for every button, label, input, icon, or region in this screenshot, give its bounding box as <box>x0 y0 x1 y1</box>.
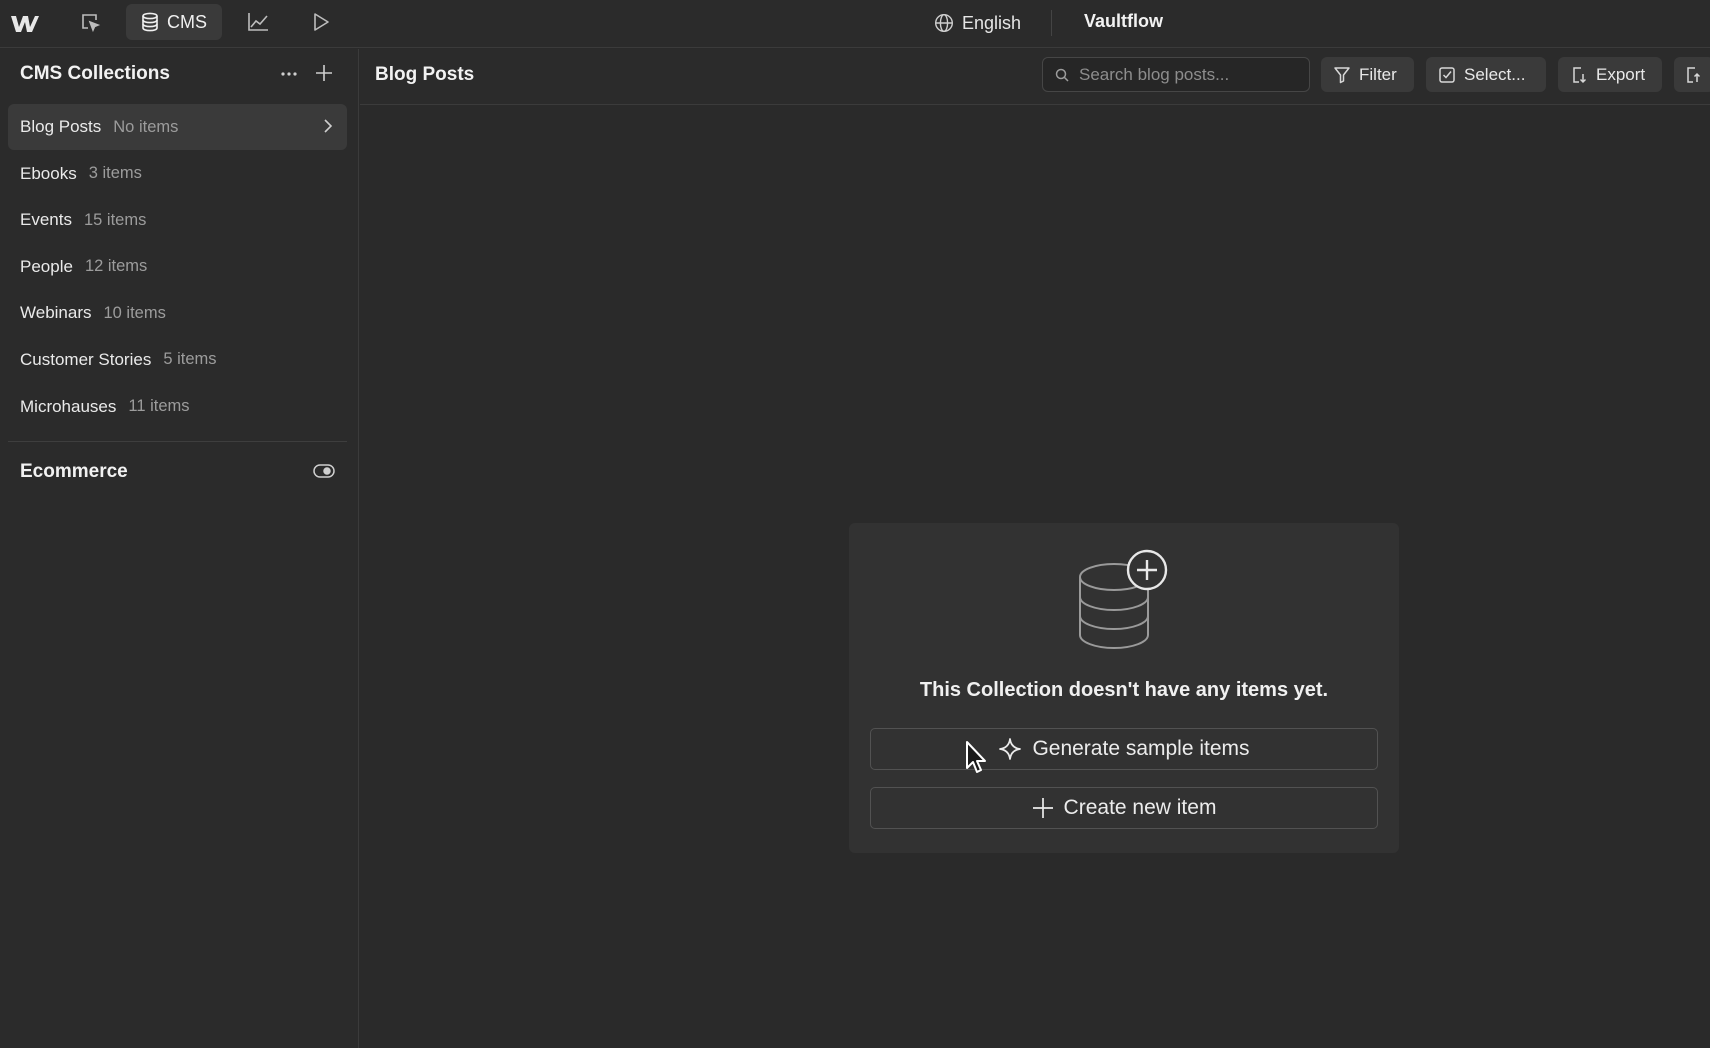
more-options-icon[interactable] <box>278 63 300 85</box>
export-button[interactable]: Export <box>1558 57 1662 92</box>
export-label: Export <box>1596 64 1646 84</box>
filter-icon <box>1333 66 1351 84</box>
analytics-nav-button[interactable] <box>240 4 276 40</box>
import-icon <box>1684 66 1702 84</box>
topbar-divider <box>1051 10 1052 36</box>
add-collection-icon[interactable] <box>313 62 335 84</box>
collection-name: Events <box>20 210 72 230</box>
mouse-cursor-icon <box>965 740 989 776</box>
select-label: Select... <box>1464 64 1526 84</box>
create-new-item-button[interactable]: Create new item <box>870 787 1378 829</box>
webflow-logo-icon[interactable] <box>8 10 42 38</box>
select-button[interactable]: Select... <box>1426 57 1546 92</box>
collection-item-customer-stories[interactable]: Customer Stories 5 items <box>8 337 347 383</box>
collection-name: Blog Posts <box>20 117 102 136</box>
chart-icon <box>247 12 269 32</box>
cms-nav-label: CMS <box>167 11 207 32</box>
page-title: Blog Posts <box>375 64 475 85</box>
collection-count: 12 items <box>84 257 148 276</box>
collection-item-events[interactable]: Events 15 items <box>8 197 347 243</box>
collection-item-ebooks[interactable]: Ebooks 3 items <box>8 151 347 197</box>
collections-sidebar: CMS Collections Blog Posts No items Eboo… <box>0 49 359 1048</box>
database-icon <box>141 12 159 32</box>
collection-count: 15 items <box>83 210 147 229</box>
plus-icon <box>1032 797 1054 819</box>
collection-item-microhauses[interactable]: Microhauses 11 items <box>8 384 347 430</box>
collection-name: Customer Stories <box>20 349 152 369</box>
ecommerce-section-title: Ecommerce <box>20 461 128 482</box>
sparkle-icon <box>998 737 1022 761</box>
preview-nav-button[interactable] <box>303 4 339 40</box>
collection-count: No items <box>113 117 179 136</box>
cms-nav-button[interactable]: CMS <box>126 4 222 40</box>
collection-item-people[interactable]: People 12 items <box>8 244 347 290</box>
collection-list: Blog Posts No items Ebooks 3 items Event… <box>8 104 347 430</box>
top-bar: CMS English Vaultflow <box>0 0 1710 48</box>
collection-name: People <box>20 256 73 276</box>
collection-name: Microhauses <box>20 396 117 416</box>
sidebar-divider <box>8 441 347 442</box>
chevron-right-icon <box>323 118 333 134</box>
create-label: Create new item <box>1063 796 1217 819</box>
collection-item-blog-posts[interactable]: Blog Posts No items <box>8 104 347 150</box>
globe-icon <box>934 13 954 33</box>
generate-sample-items-button[interactable]: Generate sample items <box>870 728 1378 770</box>
database-add-icon <box>1074 547 1174 657</box>
collection-count: 11 items <box>128 397 190 416</box>
search-icon <box>1055 68 1069 82</box>
locale-selector[interactable]: English <box>934 8 1021 38</box>
generate-label: Generate sample items <box>1032 737 1250 760</box>
designer-cursor-icon <box>79 11 101 33</box>
checkbox-icon <box>1438 66 1456 84</box>
collection-item-webinars[interactable]: Webinars 10 items <box>8 290 347 336</box>
designer-nav-button[interactable] <box>72 4 108 40</box>
empty-state-card: This Collection doesn't have any items y… <box>849 523 1399 853</box>
filter-button[interactable]: Filter <box>1321 57 1414 92</box>
empty-state-message: This Collection doesn't have any items y… <box>919 679 1329 701</box>
locale-label: English <box>962 12 1022 33</box>
search-input[interactable] <box>1079 64 1289 85</box>
main-header: Blog Posts Filter Select... Export <box>360 49 1710 105</box>
collection-count: 5 items <box>163 350 217 369</box>
search-box[interactable] <box>1042 57 1310 92</box>
collection-count: 10 items <box>103 303 166 322</box>
collection-count: 3 items <box>88 164 142 183</box>
collection-name: Webinars <box>20 303 92 323</box>
eye-toggle-icon[interactable] <box>313 463 335 479</box>
filter-label: Filter <box>1359 64 1397 84</box>
export-icon <box>1570 66 1588 84</box>
import-button[interactable] <box>1674 57 1710 92</box>
play-icon <box>312 12 330 32</box>
sidebar-title: CMS Collections <box>20 63 170 84</box>
site-name[interactable]: Vaultflow <box>1084 11 1163 32</box>
collection-name: Ebooks <box>20 163 77 183</box>
